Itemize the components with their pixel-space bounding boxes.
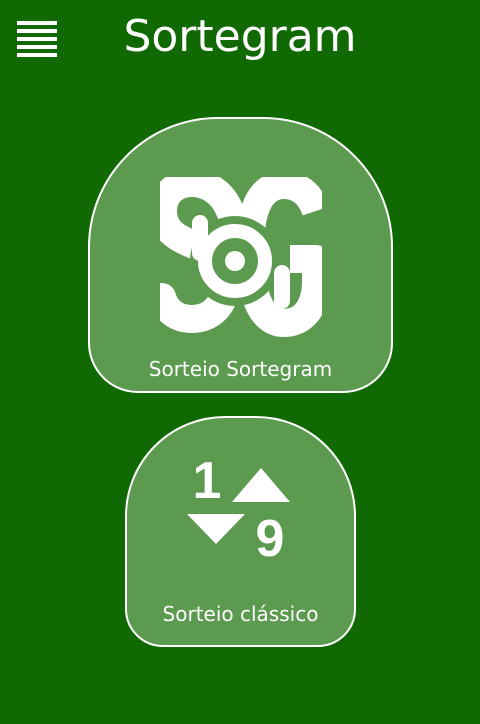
sort-digit-one: 1: [193, 456, 222, 510]
app-title: Sortegram: [123, 11, 357, 62]
sort-numbers-icon: 1 9: [187, 456, 290, 566]
sortegram-logo-icon: [160, 177, 322, 337]
sort-digit-nine: 9: [256, 510, 285, 566]
triangle-down-icon: [187, 514, 245, 544]
sortegram-draw-label: Sorteio Sortegram: [148, 357, 333, 381]
classic-draw-label: Sorteio clássico: [162, 602, 319, 626]
triangle-up-icon: [232, 468, 290, 502]
sortegram-draw-button[interactable]: Sorteio Sortegram: [88, 117, 393, 393]
classic-draw-button[interactable]: 1 9 Sorteio clássico: [125, 416, 356, 647]
